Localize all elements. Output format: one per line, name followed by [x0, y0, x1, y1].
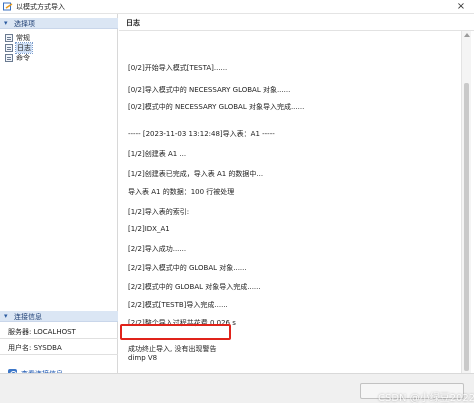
- log-line: [0/2]开始导入模式[TESTA]......: [128, 64, 228, 72]
- left-panel: ▾ 选择项 常规 日志 命令 ▾ 连接信息 服务器: LOCALHOST 用户名…: [0, 14, 118, 373]
- chevron-down-icon: ▾: [4, 312, 8, 320]
- log-line: ----- [2023-11-03 13:12:48]导入表：A1 -----: [128, 130, 275, 138]
- option-item-command[interactable]: 命令: [5, 53, 65, 63]
- log-line: [1/2]创建表已完成，导入表 A1 的数据中...: [128, 170, 264, 178]
- close-icon[interactable]: ×: [455, 1, 467, 13]
- log-line: [0/2]模式中的 NECESSARY GLOBAL 对象导入完成......: [128, 103, 305, 111]
- window-title: 以模式方式导入: [16, 3, 65, 11]
- title-bar: 以模式方式导入 ×: [0, 0, 474, 14]
- divider: [0, 338, 118, 339]
- options-section-label: 选择项: [14, 20, 35, 28]
- log-text-area[interactable]: [0/2]开始导入模式[TESTA]...... [0/2]导入模式中的 NEC…: [119, 31, 461, 373]
- log-panel: 日志 [0/2]开始导入模式[TESTA]...... [0/2]导入模式中的 …: [119, 14, 474, 373]
- log-line-success: 成功终止导入, 没有出现警告: [128, 345, 217, 353]
- connection-section-header[interactable]: ▾ 连接信息: [0, 311, 118, 322]
- chevron-down-icon: ▾: [4, 19, 8, 27]
- log-line: [1/2]导入表的索引:: [128, 208, 190, 216]
- options-section-header[interactable]: ▾ 选择项: [0, 18, 118, 29]
- option-label: 日志: [15, 42, 33, 54]
- scroll-up-arrow-icon[interactable]: [464, 33, 470, 37]
- watermark: CSDN @小绿豆2022: [378, 393, 474, 403]
- app-icon: [3, 2, 13, 11]
- page-icon: [5, 44, 13, 52]
- log-line: [1/2]创建表 A1 ...: [128, 150, 187, 158]
- option-label: 常规: [16, 34, 30, 42]
- option-label: 命令: [16, 54, 30, 62]
- log-line: [2/2]导入模式中的 GLOBAL 对象......: [128, 264, 247, 272]
- log-line: [2/2]模式[TESTB]导入完成......: [128, 301, 228, 309]
- log-scrollbar[interactable]: [461, 31, 471, 373]
- log-line: [0/2]导入模式中的 NECESSARY GLOBAL 对象......: [128, 86, 291, 94]
- log-line: [2/2]导入成功......: [128, 245, 187, 253]
- connection-section-label: 连接信息: [14, 313, 42, 321]
- log-line: 导入表 A1 的数据：100 行被处理: [128, 188, 235, 196]
- log-line: [1/2]IDX_A1: [128, 225, 170, 233]
- log-title: 日志: [126, 19, 140, 27]
- server-info: 服务器: LOCALHOST: [8, 328, 76, 336]
- page-icon: [5, 34, 13, 42]
- scrollbar-thumb[interactable]: [464, 83, 469, 371]
- page-icon: [5, 54, 13, 62]
- success-highlight-box: [120, 324, 231, 340]
- option-item-log[interactable]: 日志: [5, 42, 65, 54]
- divider: [0, 354, 118, 355]
- option-item-general[interactable]: 常规: [5, 33, 65, 43]
- log-line: dimp V8: [128, 354, 158, 362]
- log-line: [2/2]模式中的 GLOBAL 对象导入完成......: [128, 283, 261, 291]
- user-info: 用户名: SYSDBA: [8, 344, 62, 352]
- log-header: 日志: [119, 14, 474, 31]
